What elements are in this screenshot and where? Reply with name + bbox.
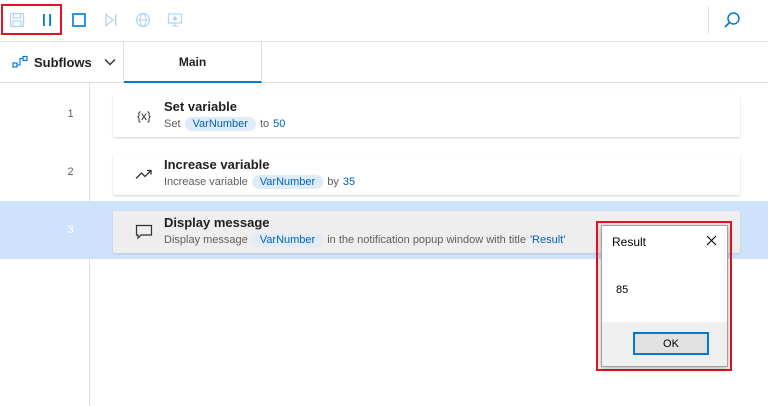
variable-braces-icon: {x} — [136, 109, 151, 123]
action-title: Display message — [164, 215, 270, 230]
stop-button[interactable] — [67, 8, 91, 32]
web-recorder-button[interactable] — [131, 8, 155, 32]
stop-icon — [72, 13, 86, 27]
run-next-action-icon — [105, 13, 117, 27]
close-icon — [706, 235, 716, 245]
desc-value: 35 — [342, 176, 356, 188]
desc-mid: by — [327, 176, 339, 188]
chevron-down-icon — [104, 59, 116, 66]
dialog-footer: OK — [602, 322, 727, 366]
toolbar-divider — [708, 6, 709, 34]
action-card-set-variable[interactable]: {x} Set variable Set VarNumber to 50 — [113, 95, 740, 137]
tab-main-label: Main — [178, 54, 207, 69]
subflows-icon — [12, 55, 28, 68]
action-row[interactable]: 2 Increase variable Increase variable Va… — [0, 143, 768, 201]
dialog-message: 85 — [616, 284, 629, 296]
desc-prefix: Set — [164, 118, 181, 130]
message-icon — [133, 222, 155, 242]
desc-value: 'Result' — [529, 234, 566, 246]
subflows-dropdown[interactable]: Subflows — [0, 42, 124, 82]
globe-icon — [135, 12, 151, 28]
ok-button[interactable]: OK — [633, 332, 709, 355]
monitor-recorder-icon — [167, 13, 183, 27]
desc-mid: in the notification popup window with ti… — [327, 234, 526, 246]
tabs-bar: Subflows Main — [0, 42, 768, 83]
action-title: Set variable — [164, 99, 237, 114]
variable-pill[interactable]: VarNumber — [184, 117, 256, 131]
variable-pill[interactable]: VarNumber — [251, 233, 324, 247]
line-number: 3 — [67, 224, 74, 236]
search-button[interactable] — [720, 8, 744, 32]
desc-value: 50 — [273, 118, 286, 130]
action-row[interactable]: 1 {x} Set variable Set VarNumber to 50 — [0, 85, 768, 143]
action-description: Set VarNumber to 50 — [164, 117, 285, 131]
desc-prefix: Increase variable — [164, 176, 248, 188]
trending-up-icon — [133, 164, 155, 184]
result-message-dialog: Result 85 OK — [601, 225, 728, 367]
desc-mid: to — [259, 118, 270, 130]
toolbar-highlight — [1, 4, 62, 35]
action-description: Increase variable VarNumber by 35 — [164, 175, 355, 189]
subflows-label: Subflows — [34, 54, 92, 70]
dialog-title: Result — [612, 235, 647, 249]
toolbar — [0, 0, 768, 42]
run-next-action-button[interactable] — [99, 8, 123, 32]
tab-main[interactable]: Main — [124, 42, 262, 83]
action-card-increase-variable[interactable]: Increase variable Increase variable VarN… — [113, 153, 740, 195]
line-number: 1 — [67, 108, 74, 120]
desc-prefix: Display message — [164, 234, 248, 246]
search-icon — [724, 12, 740, 28]
power-automate-desktop-editor: Subflows Main 1 {x} Set variable Set Var… — [0, 0, 768, 406]
action-title: Increase variable — [164, 157, 270, 172]
action-description: Display message VarNumber in the notific… — [164, 233, 565, 247]
dialog-close-button[interactable] — [703, 232, 719, 248]
variable-pill[interactable]: VarNumber — [251, 175, 324, 189]
desktop-recorder-button[interactable] — [163, 8, 187, 32]
line-number: 2 — [67, 166, 74, 178]
